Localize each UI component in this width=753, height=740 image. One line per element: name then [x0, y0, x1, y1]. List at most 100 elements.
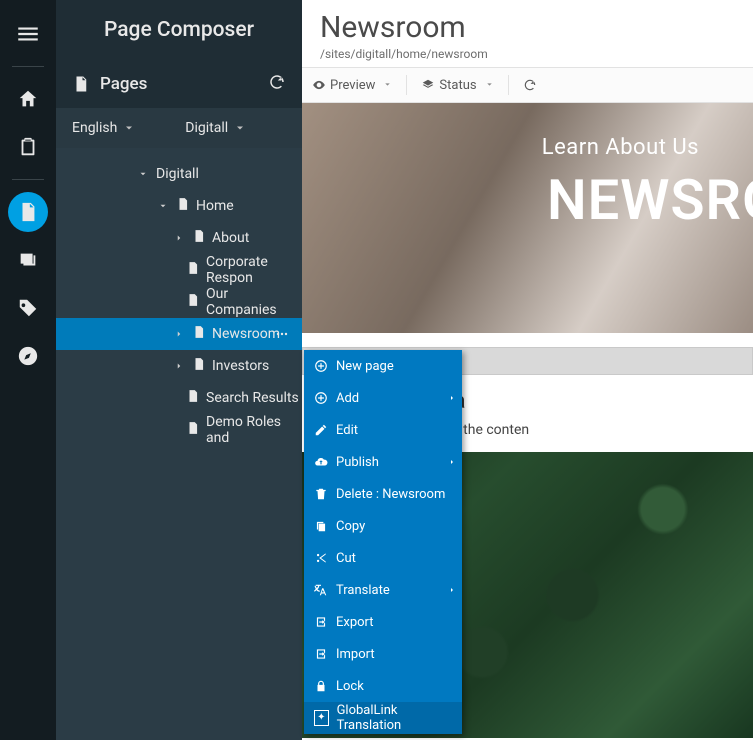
ctx-label: Export: [336, 615, 374, 630]
page-icon: [186, 261, 200, 275]
ctx-copy[interactable]: Copy: [304, 510, 462, 542]
site-value: Digitall: [185, 120, 228, 136]
chevron-right-icon: [174, 233, 184, 243]
more-horizontal-icon: [274, 326, 290, 342]
tree-node-site[interactable]: Digitall: [56, 158, 302, 190]
tree-label: About: [212, 230, 249, 246]
chevron-down-icon: [383, 80, 392, 89]
chevron-down-icon: [138, 169, 148, 179]
refresh-button[interactable]: [523, 78, 537, 92]
chevron-down-icon: [485, 80, 494, 89]
refresh-icon: [268, 73, 286, 91]
tree-label: Newsroom: [212, 326, 280, 342]
tree-node[interactable]: Demo Roles and: [56, 414, 302, 446]
ctx-lock[interactable]: Lock: [304, 670, 462, 702]
ctx-add[interactable]: Add: [304, 382, 462, 414]
more-button[interactable]: [274, 326, 290, 342]
context-menu: New page Add Edit Publish Delete : Newsr…: [304, 350, 462, 734]
export-icon: [314, 615, 328, 629]
ctx-label: New page: [336, 359, 394, 374]
menu-button[interactable]: [0, 10, 56, 58]
tree-node[interactable]: About: [56, 222, 302, 254]
media-icon: [17, 249, 39, 271]
status-dropdown[interactable]: [485, 78, 494, 93]
home-icon: [17, 88, 39, 110]
page-icon: [176, 197, 190, 211]
ctx-delete[interactable]: Delete : Newsroom: [304, 478, 462, 510]
app-title: Page Composer: [56, 0, 302, 60]
clipboard-button[interactable]: [0, 123, 56, 171]
hamburger-icon: [15, 21, 41, 47]
tree-node-home[interactable]: Home: [56, 190, 302, 222]
tree-label: Demo Roles and: [206, 414, 302, 446]
page-composer-button[interactable]: [8, 192, 48, 232]
ctx-label: Import: [336, 647, 375, 662]
eye-icon: [312, 78, 326, 92]
explore-button[interactable]: [0, 332, 56, 380]
status-label: Status: [439, 78, 476, 93]
media-button[interactable]: [0, 236, 56, 284]
refresh-icon: [523, 78, 537, 92]
preview-button[interactable]: Preview: [312, 78, 375, 93]
ctx-label: Lock: [336, 679, 364, 694]
page-title: Newsroom: [320, 10, 735, 45]
preview-dropdown[interactable]: [383, 78, 392, 93]
chevron-down-icon: [123, 122, 135, 134]
language-selector[interactable]: English: [72, 120, 135, 136]
tree-node[interactable]: Investors: [56, 350, 302, 382]
language-value: English: [72, 120, 117, 136]
tag-button[interactable]: [0, 284, 56, 332]
page-path: /sites/digitall/home/newsroom: [320, 47, 735, 61]
ctx-label: Edit: [336, 423, 358, 438]
tree-node-selected[interactable]: Newsroom: [56, 318, 302, 350]
ctx-label: GlobalLink Translation: [337, 703, 452, 733]
ctx-label: Add: [336, 391, 359, 406]
cloud-upload-icon: [314, 455, 328, 469]
ctx-export[interactable]: Export: [304, 606, 462, 638]
copy-icon: [314, 519, 328, 533]
status-button[interactable]: Status: [421, 78, 476, 93]
refresh-button[interactable]: [268, 73, 286, 95]
hero-subtitle: Learn About Us: [542, 135, 699, 160]
scissors-icon: [314, 551, 328, 565]
ctx-publish[interactable]: Publish: [304, 446, 462, 478]
globallink-icon: ✦: [314, 710, 329, 726]
pages-label: Pages: [100, 74, 147, 94]
tree-label: Corporate Respon: [206, 254, 302, 286]
hero-title: NEWSROOM: [547, 167, 753, 233]
ctx-translate[interactable]: Translate: [304, 574, 462, 606]
tree-node[interactable]: Corporate Respon: [56, 254, 302, 286]
tree-node[interactable]: Our Companies: [56, 286, 302, 318]
toolbar-separator: [508, 75, 509, 95]
page-icon: [186, 389, 200, 403]
ctx-import[interactable]: Import: [304, 638, 462, 670]
page-icon: [186, 293, 200, 307]
chevron-right-icon: [448, 394, 456, 402]
compass-icon: [17, 345, 39, 367]
site-selector[interactable]: Digitall: [185, 120, 246, 136]
ctx-label: Cut: [336, 551, 356, 566]
clipboard-icon: [17, 136, 39, 158]
layers-icon: [421, 78, 435, 92]
rail-separator: [12, 179, 44, 180]
ctx-edit[interactable]: Edit: [304, 414, 462, 446]
ctx-cut[interactable]: Cut: [304, 542, 462, 574]
pencil-icon: [314, 423, 328, 437]
ctx-new-page[interactable]: New page: [304, 350, 462, 382]
tree-label: Digitall: [156, 166, 199, 182]
ctx-label: Publish: [336, 455, 379, 470]
page-icon: [186, 421, 200, 435]
rail-separator: [12, 66, 44, 67]
chevron-right-icon: [448, 458, 456, 466]
ctx-globallink[interactable]: ✦ GlobalLink Translation: [304, 702, 462, 734]
chevron-down-icon: [234, 122, 246, 134]
toolbar: Preview Status: [302, 67, 753, 103]
tree-label: Home: [196, 198, 234, 214]
sidebar: Page Composer Pages English Digitall Dig…: [56, 0, 302, 740]
page-header: Newsroom /sites/digitall/home/newsroom: [302, 0, 753, 67]
home-button[interactable]: [0, 75, 56, 123]
tree-node[interactable]: Search Results: [56, 382, 302, 414]
toolbar-separator: [406, 75, 407, 95]
page-icon: [192, 229, 206, 243]
chevron-down-icon: [158, 201, 168, 211]
